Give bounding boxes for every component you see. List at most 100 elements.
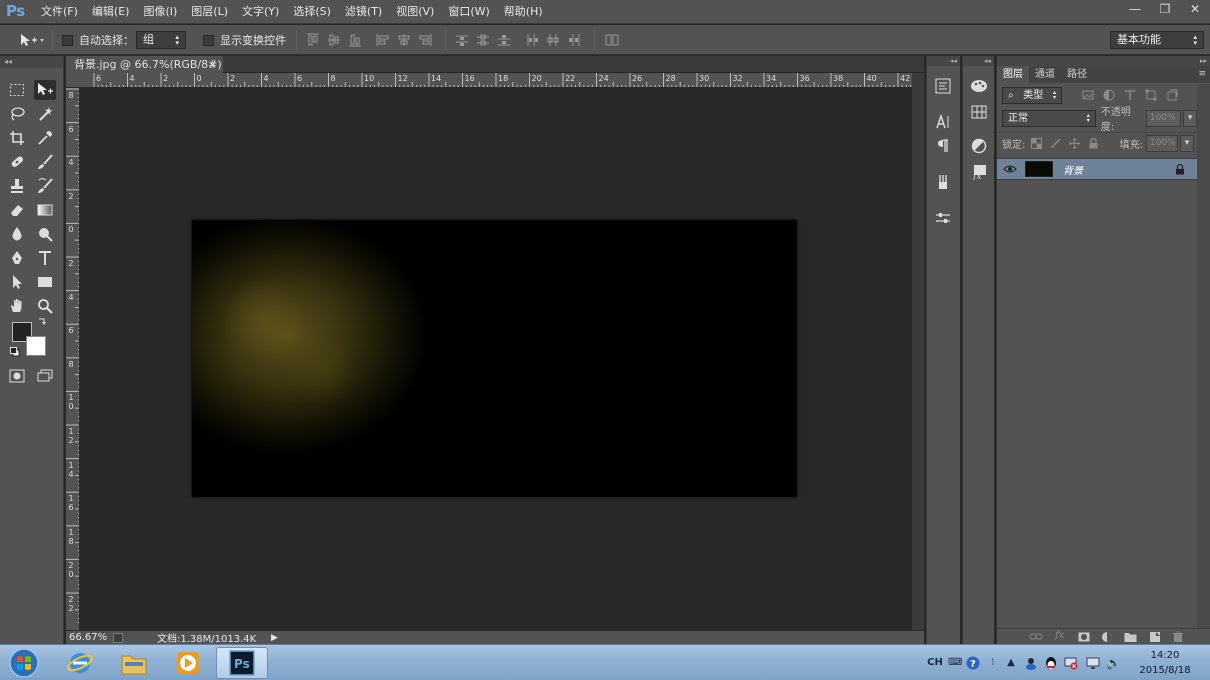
new-layer-icon[interactable] — [1149, 631, 1161, 643]
swap-colors-button[interactable] — [36, 316, 48, 328]
display-icon[interactable] — [1086, 656, 1100, 670]
zoom-level[interactable]: 66.67% — [69, 632, 109, 643]
history-panel-button[interactable] — [932, 76, 954, 96]
brush-presets-button[interactable] — [932, 172, 954, 192]
clone-stamp-tool[interactable] — [6, 176, 28, 196]
menu-help[interactable]: 帮助(H) — [497, 0, 550, 24]
menu-type[interactable]: 文字(Y) — [235, 0, 286, 24]
distribute-left-icon[interactable] — [525, 33, 539, 47]
blur-tool[interactable] — [6, 224, 28, 244]
filter-adjustment-icon[interactable] — [1103, 89, 1115, 101]
background-color-swatch[interactable] — [26, 336, 46, 356]
menu-filter[interactable]: 滤镜(T) — [338, 0, 389, 24]
keyboard-icon[interactable]: ⌨ — [948, 656, 962, 670]
close-tab-icon[interactable]: × — [208, 56, 217, 73]
help-icon[interactable]: ? — [966, 656, 980, 670]
blend-mode-dropdown[interactable]: 正常 ▴ ▾ — [1002, 109, 1096, 127]
align-left-icon[interactable] — [376, 33, 390, 47]
link-layers-icon[interactable] — [1029, 631, 1043, 643]
tab-paths[interactable]: 路径 — [1061, 66, 1093, 83]
distribute-right-icon[interactable] — [567, 33, 581, 47]
filter-type-icon[interactable] — [1124, 89, 1136, 101]
document-tab[interactable]: 背景.jpg @ 66.7%(RGB/8#) × — [66, 56, 223, 73]
menu-select[interactable]: 选择(S) — [286, 0, 338, 24]
close-button[interactable]: ✕ — [1180, 0, 1210, 18]
restore-button[interactable]: ❐ — [1150, 0, 1180, 18]
new-group-folder-icon[interactable] — [1124, 631, 1137, 643]
menu-layer[interactable]: 图层(L) — [184, 0, 235, 24]
lock-transparent-icon[interactable] — [1031, 138, 1043, 149]
tools-panel-header[interactable]: ◂◂ — [0, 56, 63, 68]
history-brush-tool[interactable] — [34, 176, 56, 196]
adjustments-panel-button[interactable] — [968, 136, 990, 156]
visibility-eye-icon[interactable] — [1003, 164, 1017, 174]
layer-style-fx-icon[interactable]: fx — [1055, 630, 1064, 641]
qq-contact-icon[interactable] — [1024, 656, 1038, 670]
auto-select-dropdown[interactable]: 组 ▴ ▾ — [136, 31, 186, 49]
workspace-switcher[interactable]: 基本功能 ▴ ▾ — [1110, 31, 1204, 49]
filter-smart-object-icon[interactable] — [1166, 89, 1178, 101]
healing-brush-tool[interactable] — [6, 152, 28, 172]
collapse-icon[interactable]: ▸▸ — [997, 56, 1210, 66]
menu-image[interactable]: 图像(I) — [136, 0, 184, 24]
layer-name[interactable]: 背景 — [1063, 162, 1083, 177]
swatches-panel-button[interactable] — [968, 102, 990, 122]
fill-field[interactable]: 100% — [1146, 135, 1178, 152]
ime-settings-icon[interactable]: ⁝ — [986, 656, 1000, 670]
hand-tool[interactable] — [6, 296, 28, 316]
auto-select-checkbox[interactable] — [62, 34, 73, 46]
volume-icon[interactable]: 🔈 — [1106, 656, 1121, 670]
screen-mode-button[interactable] — [34, 366, 56, 386]
lock-pixels-icon[interactable] — [1050, 138, 1061, 149]
network-error-icon[interactable] — [1064, 656, 1078, 670]
magic-wand-tool[interactable] — [34, 104, 56, 124]
align-vcenter-icon[interactable] — [327, 33, 341, 47]
path-selection-tool[interactable] — [6, 272, 28, 292]
new-adjustment-icon[interactable] — [1101, 631, 1113, 643]
color-panel-button[interactable] — [968, 76, 990, 96]
align-bottom-icon[interactable] — [348, 33, 362, 47]
rectangle-tool[interactable] — [34, 272, 56, 292]
show-transform-checkbox[interactable] — [203, 34, 214, 46]
minimize-button[interactable]: — — [1120, 0, 1150, 18]
eyedropper-tool[interactable] — [34, 128, 56, 148]
delete-layer-icon[interactable] — [1172, 631, 1184, 643]
distribute-vcenter-icon[interactable] — [476, 33, 490, 47]
canvas-workspace[interactable] — [80, 88, 912, 630]
move-tool-preset[interactable] — [18, 25, 46, 55]
crop-tool[interactable] — [6, 128, 28, 148]
menu-view[interactable]: 视图(V) — [389, 0, 441, 24]
status-menu-arrow-icon[interactable]: ▶ — [271, 633, 278, 643]
filter-pixel-icon[interactable] — [1082, 89, 1094, 101]
layer-row[interactable]: 背景 — [997, 158, 1197, 180]
collapse-icon[interactable]: ◂◂ — [927, 56, 960, 66]
type-tool[interactable] — [34, 248, 56, 268]
filter-kind-dropdown[interactable]: ⌕ 类型 ▴ ▾ — [1002, 86, 1062, 104]
fill-dropdown-icon[interactable]: ▾ — [1180, 135, 1194, 152]
opacity-field[interactable]: 100% — [1145, 109, 1182, 127]
opacity-dropdown-icon[interactable]: ▾ — [1183, 109, 1197, 127]
brush-tool[interactable] — [34, 152, 56, 172]
gradient-tool[interactable] — [34, 200, 56, 220]
align-hcenter-icon[interactable] — [397, 33, 411, 47]
taskbar-photoshop[interactable]: Ps — [216, 647, 268, 679]
tab-channels[interactable]: 通道 — [1029, 66, 1061, 83]
pen-tool[interactable] — [6, 248, 28, 268]
collapse-icon[interactable]: ◂◂ — [963, 56, 994, 66]
taskbar-explorer[interactable] — [108, 647, 160, 679]
layers-scrollbar[interactable] — [1197, 84, 1210, 628]
distribute-top-icon[interactable] — [455, 33, 469, 47]
qq-penguin-icon[interactable] — [1044, 656, 1058, 670]
character-panel-button[interactable] — [932, 112, 954, 132]
move-tool[interactable] — [34, 80, 56, 100]
tool-presets-button[interactable] — [932, 208, 954, 228]
distribute-hcenter-icon[interactable] — [546, 33, 560, 47]
language-indicator[interactable]: CH — [926, 656, 944, 670]
align-top-icon[interactable] — [306, 33, 320, 47]
eraser-tool[interactable] — [6, 200, 28, 220]
tab-layers[interactable]: 图层 — [997, 66, 1029, 83]
vertical-scrollbar[interactable] — [912, 73, 924, 630]
menu-edit[interactable]: 编辑(E) — [85, 0, 137, 24]
lock-all-icon[interactable] — [1088, 138, 1099, 149]
lasso-tool[interactable] — [6, 104, 28, 124]
